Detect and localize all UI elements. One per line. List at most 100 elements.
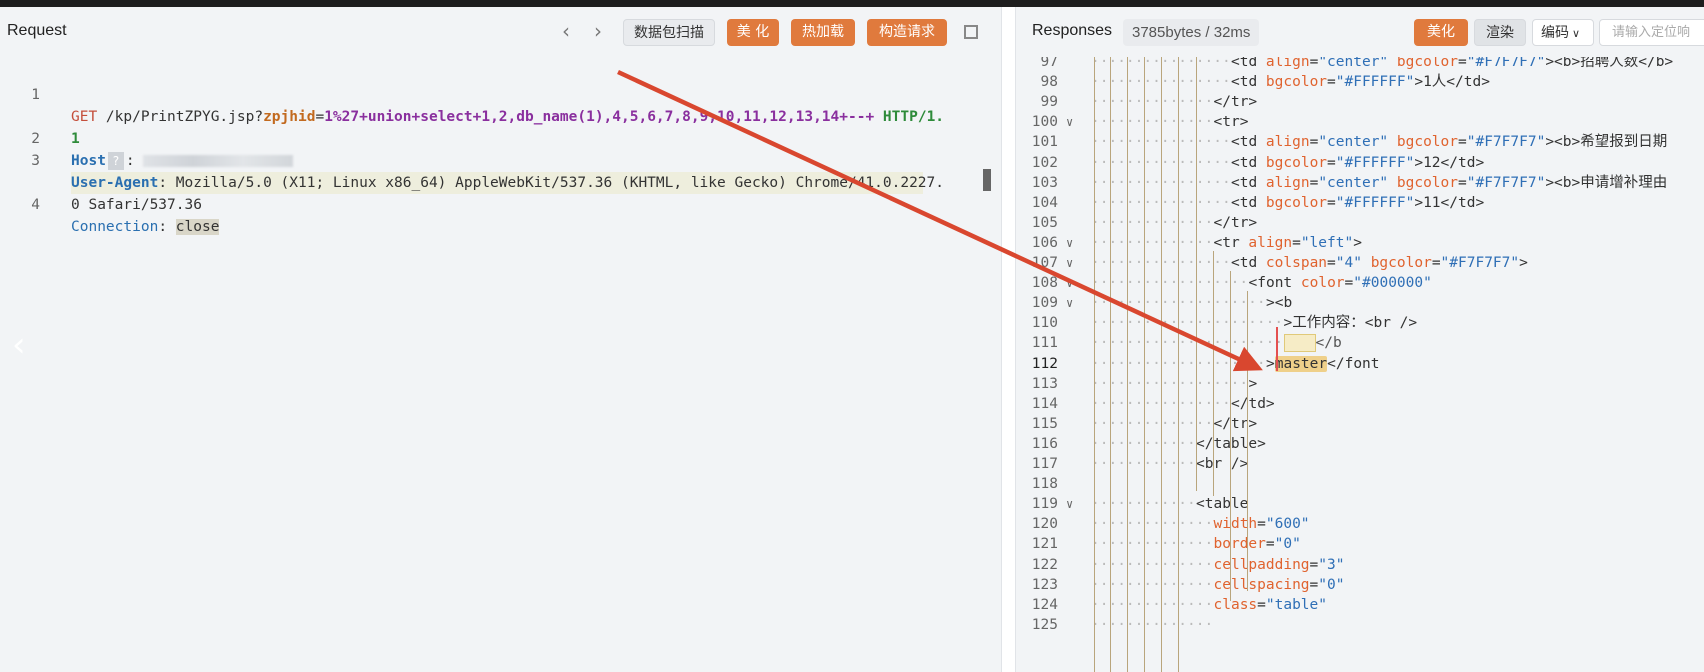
response-code-text: cellpadding="3" xyxy=(1213,556,1345,573)
response-code-text: width="600" xyxy=(1213,516,1310,533)
indent-guide xyxy=(1178,57,1179,672)
response-line: 103················<td align="center" bg… xyxy=(1016,172,1704,194)
response-code-text: > xyxy=(1248,375,1258,392)
response-code-text: >工作内容：<br /> xyxy=(1283,315,1418,332)
response-code-text: <tr> xyxy=(1213,114,1249,131)
response-code-text: <td colspan="4" bgcolor="#F7F7F7"> xyxy=(1231,255,1528,271)
response-code-text: >master</font xyxy=(1266,355,1380,372)
fold-chevron-icon[interactable]: ∨ xyxy=(1066,493,1073,515)
request-line: 2 Host?: xyxy=(0,106,1001,170)
indent-guide xyxy=(1213,251,1214,496)
response-code-text: border="0" xyxy=(1213,536,1301,553)
fold-chevron-icon[interactable]: ∨ xyxy=(1066,292,1073,314)
response-line: 106 ∨ ·············· <tr align="left"> xyxy=(1016,232,1704,254)
beautify-button[interactable]: 美 化 xyxy=(727,19,779,46)
response-code-text: <td align="center" bgcolor="#F7F7F7"><b>… xyxy=(1231,174,1668,191)
request-line: 4 Connection: close xyxy=(31,197,220,235)
response-line: 122 ·············· cellpadding="3" xyxy=(1016,554,1704,576)
response-code-text: <br /> xyxy=(1196,456,1249,472)
indent-guide xyxy=(1196,57,1197,491)
indent-guide xyxy=(1094,57,1095,672)
response-code-text: <td align="center" bgcolor="#F7F7F7"><b>… xyxy=(1231,134,1668,151)
prev-arrow-icon[interactable]: ‹ xyxy=(558,20,574,42)
change-marker xyxy=(1276,327,1278,371)
response-code-text: <table xyxy=(1196,496,1249,513)
indent-guide xyxy=(1161,57,1162,672)
response-title: Responses xyxy=(1032,22,1113,39)
response-line: 110 ······················ >工作内容：<br /> xyxy=(1016,312,1704,334)
response-line: 118 xyxy=(1031,476,1058,493)
back-arrow-icon[interactable]: ‹ xyxy=(12,328,26,362)
fold-chevron-icon[interactable]: ∨ xyxy=(1066,111,1073,133)
pane-divider[interactable] xyxy=(1001,7,1016,672)
hot-reload-button[interactable]: 热加载 xyxy=(791,19,855,46)
response-line: 109∨····················><b xyxy=(1016,292,1704,314)
indent-guide xyxy=(1110,57,1111,672)
render-button[interactable]: 渲染 xyxy=(1474,19,1526,46)
indent-guide xyxy=(1127,57,1128,672)
response-line: 125 ·············· xyxy=(1031,616,1214,633)
fold-chevron-icon[interactable]: ∨ xyxy=(1066,232,1073,254)
response-size-badge: 3785bytes / 32ms xyxy=(1123,19,1260,46)
response-code-text: <td bgcolor="#FFFFFF">11</td> xyxy=(1231,194,1485,211)
response-pane: Responses 3785bytes / 32ms 美化 渲染 编码 ∨ 请输入… xyxy=(1016,7,1704,672)
encoding-select[interactable]: 编码 ∨ xyxy=(1532,19,1594,46)
header-value-connection: close xyxy=(175,219,220,235)
response-line: 124 ·············· class="table" xyxy=(1016,594,1704,616)
response-line: 119∨············<table xyxy=(1016,493,1704,515)
chevron-down-icon: ∨ xyxy=(1572,27,1581,40)
response-line: 104················<td bgcolor="#FFFFFF"… xyxy=(1016,192,1704,214)
request-line: 1 xyxy=(71,131,80,147)
response-code-text: </tr> xyxy=(1213,94,1258,111)
response-line: 123 ·············· cellspacing="0" xyxy=(1016,574,1704,596)
fold-chevron-icon[interactable]: ∨ xyxy=(1066,272,1073,294)
response-code-text: <td bgcolor="#FFFFFF">1人</td> xyxy=(1231,74,1490,91)
response-code-text: <td bgcolor="#FFFFFF">12</td> xyxy=(1231,154,1485,171)
response-line: 105 ·············· </tr> xyxy=(1016,212,1704,234)
response-code-text: <tr align="left"> xyxy=(1213,234,1362,251)
response-editor[interactable]: 97················<td align="center" bgc… xyxy=(1016,57,1704,672)
scrollbar-thumb[interactable] xyxy=(983,169,991,191)
response-line: 101················<td align="center" bg… xyxy=(1016,131,1704,153)
indent-guide xyxy=(1230,271,1231,601)
response-line: 111 ······················ </b xyxy=(1016,332,1704,354)
response-header: Responses 3785bytes / 32ms 美化 渲染 编码 ∨ 请输入… xyxy=(1016,7,1704,57)
request-line: 1 GET /kp/PrintZPYG.jsp?zpjhid=1%27+unio… xyxy=(31,87,945,125)
response-line: 112····················>master</font xyxy=(1016,353,1704,375)
request-line: 0 Safari/537.36 xyxy=(71,197,202,213)
packet-scan-button[interactable]: 数据包扫描 xyxy=(623,19,715,46)
request-header: Request ‹ › 数据包扫描 美 化 热加载 构造请求 xyxy=(0,7,1001,57)
db-name-result-highlight: master xyxy=(1274,355,1328,372)
response-code-text: cellspacing="0" xyxy=(1213,576,1345,593)
response-code-text: </b xyxy=(1283,332,1342,354)
fold-chevron-icon[interactable]: ∨ xyxy=(1066,252,1073,274)
response-code-text: <font color="#000000" xyxy=(1248,275,1432,292)
response-line: 99 ·············· </tr> xyxy=(1016,91,1704,113)
request-title: Request xyxy=(7,22,67,39)
response-line: 116············</table> xyxy=(1016,433,1704,455)
next-arrow-icon[interactable]: › xyxy=(590,20,606,42)
response-beautify-button[interactable]: 美化 xyxy=(1414,19,1468,46)
top-bar xyxy=(0,0,1704,7)
response-line: 107∨················<td colspan="4" bgco… xyxy=(1016,252,1704,274)
response-line: 113 ·················· > xyxy=(1016,373,1704,395)
response-line: 108 ∨ ·················· <font color="#0000… xyxy=(1016,272,1704,294)
build-request-button[interactable]: 构造请求 xyxy=(867,19,947,46)
response-line: 115 ·············· </tr> xyxy=(1016,413,1704,435)
request-editor[interactable]: 1 GET /kp/PrintZPYG.jsp?zpjhid=1%27+unio… xyxy=(0,57,1001,672)
response-line: 100 ∨ ·············· <tr> xyxy=(1016,111,1704,133)
response-line: 121 ·············· border="0" xyxy=(1016,533,1704,555)
request-pane: Request ‹ › 数据包扫描 美 化 热加载 构造请求 1 GET /kp… xyxy=(0,7,1001,672)
response-code-text: </td> xyxy=(1231,395,1275,412)
indent-guide xyxy=(1144,57,1145,672)
locate-search-input[interactable]: 请输入定位响 xyxy=(1599,19,1704,46)
response-line: 120 ·············· width="600" xyxy=(1016,513,1704,535)
response-line: 102················<td bgcolor="#FFFFFF"… xyxy=(1016,152,1704,174)
request-line: 3 User-Agent: Mozilla/5.0 (X11; Linux x8… xyxy=(31,153,944,191)
indent-guide xyxy=(1247,291,1248,591)
header-name-connection: Connection xyxy=(71,219,159,235)
response-code-text: </tr> xyxy=(1213,214,1258,231)
empty-selection-box xyxy=(1283,334,1316,353)
expand-icon[interactable] xyxy=(964,25,978,39)
response-line: 98················<td bgcolor="#FFFFFF">… xyxy=(1016,71,1704,93)
